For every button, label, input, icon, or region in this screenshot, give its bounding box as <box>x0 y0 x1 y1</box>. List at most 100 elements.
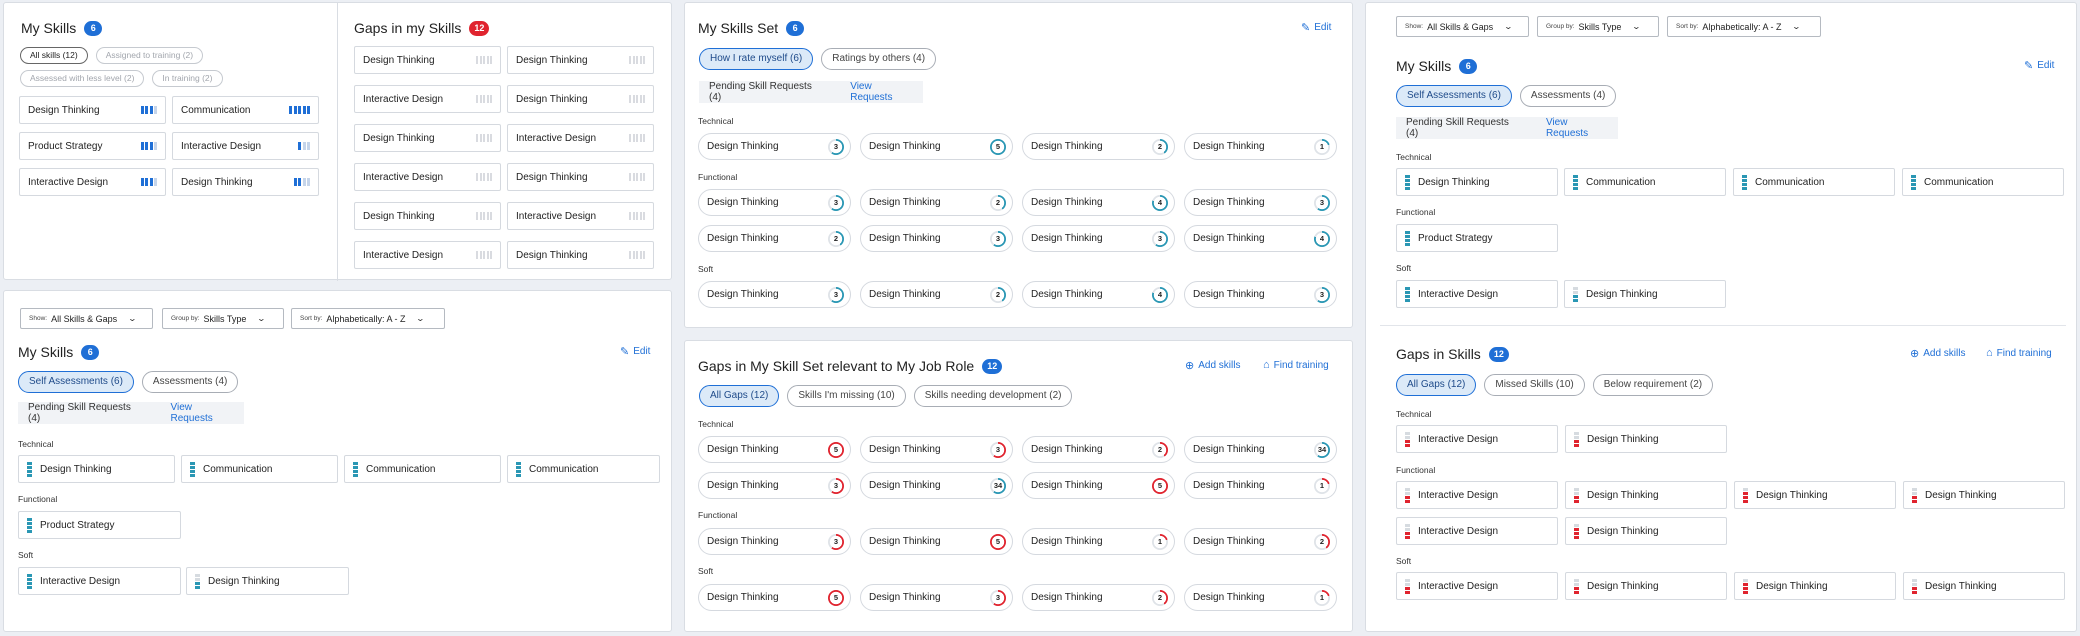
skill-tile[interactable]: Design Thinking <box>172 168 319 196</box>
skill-tile[interactable]: Design Thinking <box>1564 280 1726 308</box>
skill-tile[interactable]: Communication <box>1564 168 1726 196</box>
skill-tile[interactable]: Interactive Design <box>1396 280 1558 308</box>
skill-rating-pill[interactable]: Design Thinking 3 <box>1184 189 1337 216</box>
skill-tile[interactable]: Product Strategy <box>1396 224 1558 252</box>
group-by-dropdown[interactable]: Group by: Skills Type ⌄ <box>162 308 284 329</box>
gap-skill-tile[interactable]: Design Thinking <box>1903 481 2065 509</box>
chip-all-gaps[interactable]: All Gaps (12) <box>1396 374 1477 396</box>
skill-rating-pill[interactable]: Design Thinking 4 <box>1022 281 1175 308</box>
gap-skill-tile[interactable]: Design Thinking <box>1734 481 1896 509</box>
chip-all-skills[interactable]: All skills (12) <box>20 47 88 64</box>
skill-rating-pill[interactable]: Design Thinking 5 <box>860 133 1013 160</box>
chip-skills-missing[interactable]: Skills I'm missing (10) <box>787 385 906 407</box>
gap-skill-tile[interactable]: Design Thinking <box>1565 572 1727 600</box>
gap-skill-tile[interactable]: Design Thinking <box>1903 572 2065 600</box>
gap-skill-tile[interactable]: Design Thinking <box>354 46 501 74</box>
chip-assessed-less-level[interactable]: Assessed with less level (2) <box>20 70 145 87</box>
skill-rating-pill[interactable]: Design Thinking 4 <box>1184 225 1337 252</box>
gap-skill-tile[interactable]: Interactive Design <box>507 202 654 230</box>
gap-skill-tile[interactable]: Design Thinking <box>1734 572 1896 600</box>
skill-tile[interactable]: Design Thinking <box>18 455 175 483</box>
chip-below-requirement[interactable]: Below requirement (2) <box>1592 374 1714 396</box>
view-requests-link[interactable]: View Requests <box>170 402 234 424</box>
sort-by-dropdown[interactable]: Sort by: Alphabetically: A - Z ⌄ <box>1667 16 1821 37</box>
gap-skill-tile[interactable]: Design Thinking <box>1565 517 1727 545</box>
skill-tile[interactable]: Interactive Design <box>172 132 319 160</box>
add-skills-button[interactable]: ⊕ Add skills <box>1185 359 1240 372</box>
gap-rating-pill[interactable]: Design Thinking 1 <box>1022 528 1175 555</box>
chip-assigned-training[interactable]: Assigned to training (2) <box>95 47 204 64</box>
gap-rating-pill[interactable]: Design Thinking 2 <box>1022 436 1175 463</box>
gap-rating-pill[interactable]: Design Thinking 2 <box>1022 584 1175 611</box>
chip-in-training[interactable]: In training (2) <box>152 70 223 87</box>
gap-skill-tile[interactable]: Design Thinking <box>507 163 654 191</box>
gap-rating-pill[interactable]: Design Thinking 5 <box>698 584 851 611</box>
skill-tile[interactable]: Design Thinking <box>1396 168 1558 196</box>
skill-tile[interactable]: Communication <box>172 96 319 124</box>
skill-tile[interactable]: Communication <box>181 455 338 483</box>
gap-rating-pill[interactable]: Design Thinking 3 <box>860 436 1013 463</box>
add-skills-button[interactable]: ⊕ Add skills <box>1910 347 1965 360</box>
skill-rating-pill[interactable]: Design Thinking 3 <box>860 225 1013 252</box>
skill-tile[interactable]: Interactive Design <box>18 567 181 595</box>
gap-rating-pill[interactable]: Design Thinking 5 <box>860 528 1013 555</box>
skill-tile[interactable]: Product Strategy <box>18 511 181 539</box>
edit-button[interactable]: ✎ Edit <box>2024 59 2054 72</box>
gap-skill-tile[interactable]: Design Thinking <box>354 124 501 152</box>
gap-rating-pill[interactable]: Design Thinking 1 <box>1184 584 1337 611</box>
find-training-button[interactable]: ⌂ Find training <box>1263 359 1329 371</box>
gap-skill-tile[interactable]: Design Thinking <box>507 46 654 74</box>
skill-rating-pill[interactable]: Design Thinking 3 <box>1022 225 1175 252</box>
chip-ratings-by-others[interactable]: Ratings by others (4) <box>821 48 937 70</box>
skill-tile[interactable]: Communication <box>1902 168 2064 196</box>
skill-rating-pill[interactable]: Design Thinking 1 <box>1184 133 1337 160</box>
skill-tile[interactable]: Design Thinking <box>186 567 349 595</box>
chip-assessments[interactable]: Assessments (4) <box>1519 85 1617 107</box>
view-requests-link[interactable]: View Requests <box>1546 117 1608 139</box>
chip-assessments[interactable]: Assessments (4) <box>141 371 239 393</box>
skill-tile[interactable]: Interactive Design <box>19 168 166 196</box>
gap-skill-tile[interactable]: Interactive Design <box>1396 425 1558 453</box>
gap-skill-tile[interactable]: Interactive Design <box>507 124 654 152</box>
show-dropdown[interactable]: Show: All Skills & Gaps ⌄ <box>1396 16 1529 37</box>
chip-missed-skills[interactable]: Missed Skills (10) <box>1484 374 1585 396</box>
edit-button[interactable]: ✎ Edit <box>1301 21 1331 34</box>
gap-rating-pill[interactable]: Design Thinking 34 <box>860 472 1013 499</box>
show-dropdown[interactable]: Show: All Skills & Gaps ⌄ <box>20 308 153 329</box>
view-requests-link[interactable]: View Requests <box>850 81 913 103</box>
gap-skill-tile[interactable]: Interactive Design <box>354 85 501 113</box>
edit-button[interactable]: ✎ Edit <box>620 345 650 358</box>
chip-skills-needing-development[interactable]: Skills needing development (2) <box>913 385 1073 407</box>
gap-rating-pill[interactable]: Design Thinking 3 <box>698 528 851 555</box>
chip-how-i-rate-myself[interactable]: How I rate myself (6) <box>699 48 814 70</box>
skill-rating-pill[interactable]: Design Thinking 3 <box>698 281 851 308</box>
gap-skill-tile[interactable]: Design Thinking <box>507 241 654 269</box>
gap-rating-pill[interactable]: Design Thinking 2 <box>1184 528 1337 555</box>
skill-rating-pill[interactable]: Design Thinking 3 <box>698 133 851 160</box>
gap-rating-pill[interactable]: Design Thinking 3 <box>860 584 1013 611</box>
skill-rating-pill[interactable]: Design Thinking 3 <box>1184 281 1337 308</box>
gap-skill-tile[interactable]: Interactive Design <box>354 241 501 269</box>
skill-rating-pill[interactable]: Design Thinking 3 <box>698 189 851 216</box>
group-by-dropdown[interactable]: Group by: Skills Type ⌄ <box>1537 16 1659 37</box>
skill-tile[interactable]: Communication <box>1733 168 1895 196</box>
skill-rating-pill[interactable]: Design Thinking 2 <box>1022 133 1175 160</box>
gap-skill-tile[interactable]: Interactive Design <box>1396 572 1558 600</box>
gap-rating-pill[interactable]: Design Thinking 5 <box>1022 472 1175 499</box>
skill-tile[interactable]: Communication <box>344 455 501 483</box>
skill-rating-pill[interactable]: Design Thinking 4 <box>1022 189 1175 216</box>
chip-all-gaps[interactable]: All Gaps (12) <box>699 385 780 407</box>
gap-rating-pill[interactable]: Design Thinking 3 <box>698 472 851 499</box>
gap-rating-pill[interactable]: Design Thinking 1 <box>1184 472 1337 499</box>
skill-tile[interactable]: Product Strategy <box>19 132 166 160</box>
sort-by-dropdown[interactable]: Sort by: Alphabetically: A - Z ⌄ <box>291 308 445 329</box>
skill-rating-pill[interactable]: Design Thinking 2 <box>698 225 851 252</box>
gap-skill-tile[interactable]: Design Thinking <box>354 202 501 230</box>
gap-rating-pill[interactable]: Design Thinking 34 <box>1184 436 1337 463</box>
skill-rating-pill[interactable]: Design Thinking 2 <box>860 189 1013 216</box>
chip-self-assessments[interactable]: Self Assessments (6) <box>1396 85 1512 107</box>
gap-skill-tile[interactable]: Design Thinking <box>1565 481 1727 509</box>
skill-rating-pill[interactable]: Design Thinking 2 <box>860 281 1013 308</box>
gap-skill-tile[interactable]: Interactive Design <box>1396 517 1558 545</box>
gap-rating-pill[interactable]: Design Thinking 5 <box>698 436 851 463</box>
